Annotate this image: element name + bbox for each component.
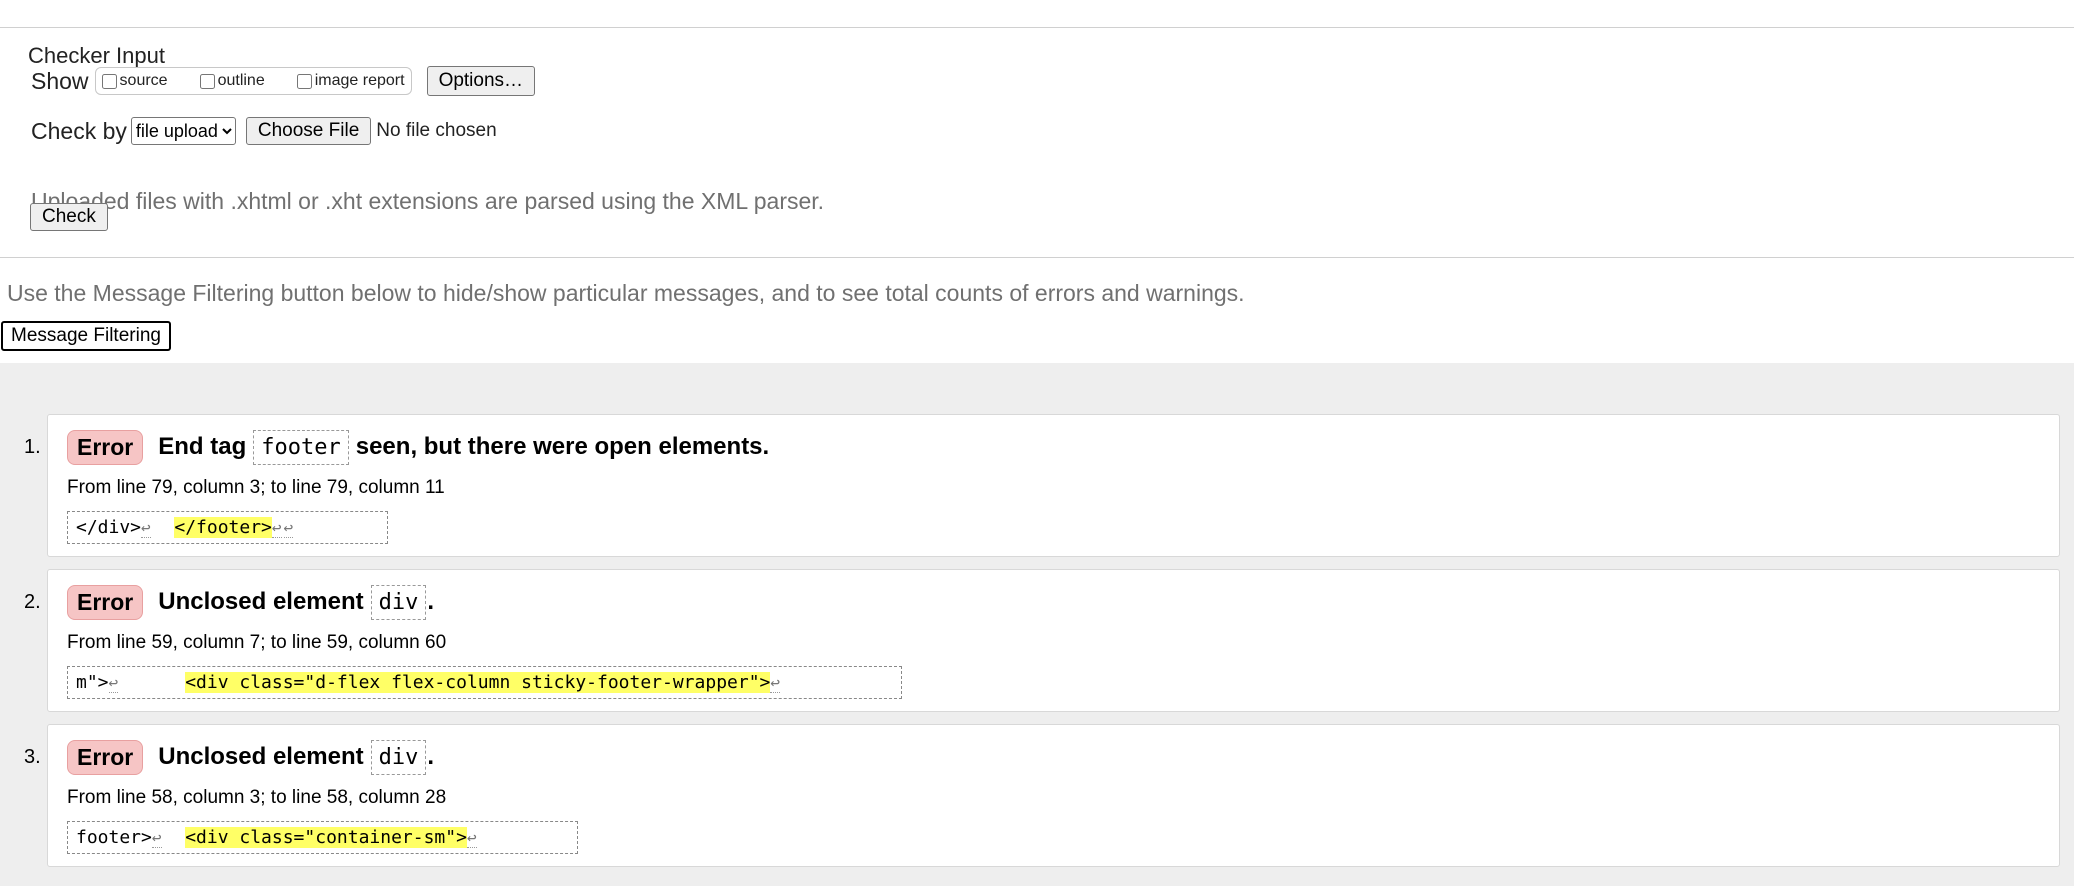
message-header: Error Unclosed element div . — [67, 739, 434, 775]
extract-highlight: <div class="d-flex flex-column sticky-fo… — [185, 672, 771, 693]
message-location: From line 58, column 3; to line 58, colu… — [67, 787, 447, 808]
message-title: End tag footer seen, but there were open… — [158, 429, 770, 465]
no-file-chosen-text: No file chosen — [376, 120, 497, 141]
show-row: Show source outline image report Options… — [31, 66, 536, 96]
show-outline-option[interactable]: outline — [199, 72, 265, 90]
choose-file-button[interactable]: Choose File — [245, 117, 372, 145]
image-report-label: image report — [314, 72, 405, 89]
message-header: Error End tag footer seen, but there wer… — [67, 429, 769, 465]
check-by-label: Check by — [31, 117, 127, 144]
return-arrow-icon: ↩ — [283, 517, 294, 538]
results-area: 1. Error End tag footer seen, but there … — [0, 363, 2074, 886]
source-label: source — [119, 72, 168, 89]
return-arrow-icon: ↩ — [108, 672, 119, 693]
title-text-after: . — [427, 588, 435, 615]
show-options-group: source outline image report — [94, 67, 412, 95]
message-title: Unclosed element div . — [158, 739, 435, 775]
outline-checkbox[interactable] — [199, 73, 215, 89]
message-filtering-note: Use the Message Filtering button below t… — [7, 280, 1245, 306]
title-text-before: Unclosed element — [158, 588, 364, 615]
extract-before: footer> — [76, 827, 152, 848]
outline-label: outline — [217, 72, 265, 89]
error-message: Error End tag footer seen, but there wer… — [47, 414, 2060, 557]
image-report-checkbox[interactable] — [296, 73, 312, 89]
title-text-after: seen, but there were open elements. — [355, 433, 770, 460]
element-code: footer — [253, 429, 349, 465]
extract-spacer — [120, 672, 185, 693]
extract-highlight: <div class="container-sm"> — [185, 827, 467, 848]
check-by-row: Check by file upload Choose File No file… — [31, 117, 497, 145]
show-label: Show — [31, 67, 89, 94]
message-title: Unclosed element div . — [158, 584, 435, 620]
title-text-after: . — [427, 743, 435, 770]
source-checkbox[interactable] — [101, 73, 117, 89]
check-by-select[interactable]: file upload — [130, 117, 236, 145]
message-header: Error Unclosed element div . — [67, 584, 434, 620]
message-location: From line 79, column 3; to line 79, colu… — [67, 477, 445, 498]
message-number: 1. — [24, 436, 41, 458]
message-filtering-button[interactable]: Message Filtering — [1, 321, 171, 351]
error-message: Error Unclosed element div . From line 5… — [47, 569, 2060, 712]
xml-parser-note: Uploaded files with .xhtml or .xht exten… — [31, 188, 825, 214]
show-source-option[interactable]: source — [101, 72, 168, 90]
return-arrow-icon: ↩ — [770, 672, 781, 693]
extract-highlight: </footer> — [174, 517, 272, 538]
error-badge: Error — [67, 429, 144, 465]
return-arrow-icon: ↩ — [141, 517, 151, 538]
code-extract: </div> ↩ </footer> ↩ ↩ — [67, 511, 388, 544]
error-badge: Error — [67, 584, 144, 620]
message-location: From line 59, column 7; to line 59, colu… — [67, 632, 447, 653]
check-button[interactable]: Check — [30, 203, 108, 231]
options-button[interactable]: Options… — [426, 66, 536, 96]
error-message: Error Unclosed element div . From line 5… — [47, 724, 2060, 867]
show-image-report-option[interactable]: image report — [296, 72, 405, 90]
return-arrow-icon: ↩ — [151, 827, 162, 848]
checker-input-fieldset: Checker Input Show source outline image … — [0, 27, 2074, 258]
error-badge: Error — [67, 739, 144, 775]
message-number: 3. — [24, 746, 41, 768]
extract-before: </div> — [76, 517, 142, 538]
code-extract: footer> ↩ <div class="container-sm"> ↩ — [67, 821, 578, 854]
element-code: div — [370, 584, 427, 620]
extract-spacer — [164, 827, 186, 848]
code-extract: m"> ↩ <div class="d-flex flex-column stic… — [67, 666, 902, 699]
title-text-before: Unclosed element — [158, 743, 364, 770]
extract-before: m"> — [76, 672, 109, 693]
return-arrow-icon: ↩ — [466, 827, 477, 848]
title-text-before: End tag — [158, 433, 247, 460]
return-arrow-icon: ↩ — [271, 517, 282, 538]
element-code: div — [370, 739, 427, 775]
extract-spacer — [153, 517, 175, 538]
message-number: 2. — [24, 591, 41, 613]
